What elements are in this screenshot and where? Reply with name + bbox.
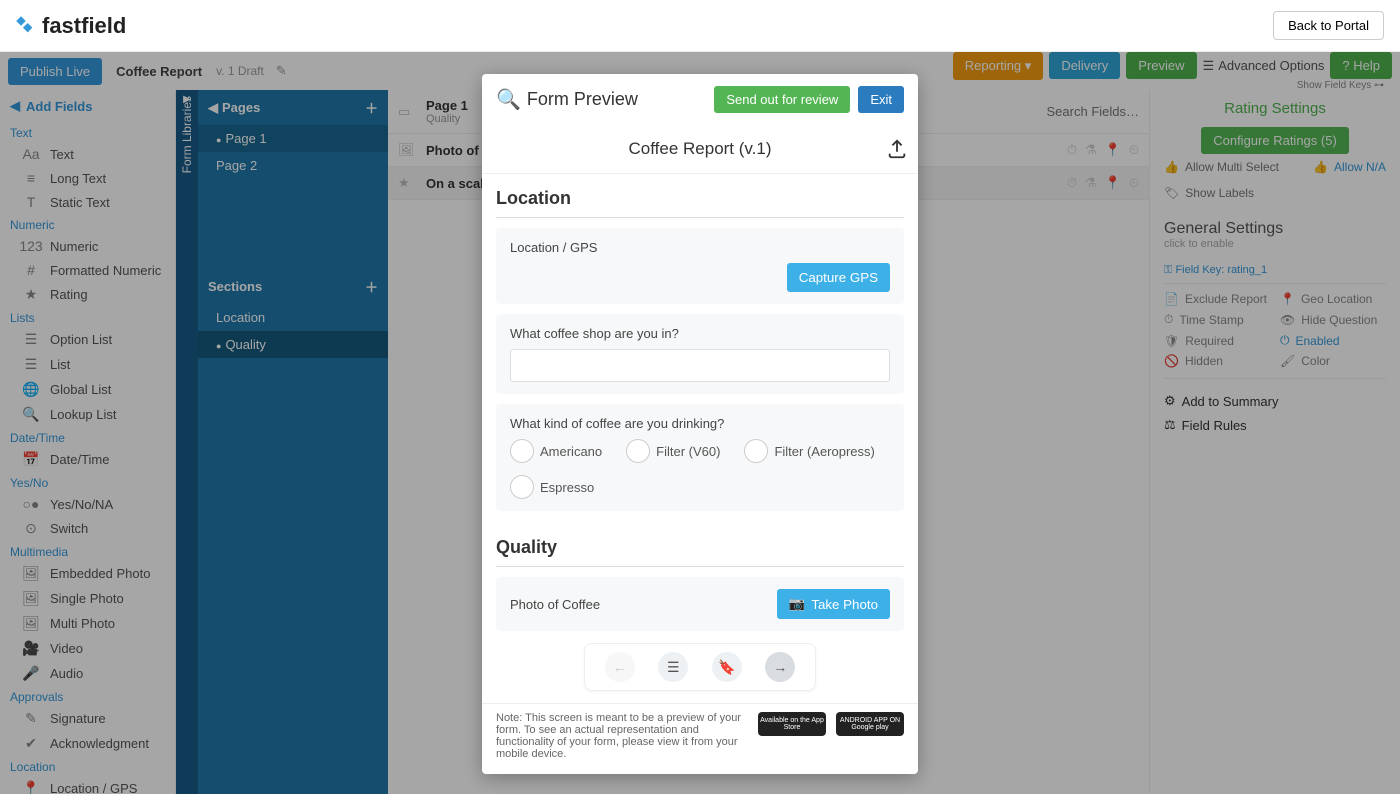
form-preview-modal: 🔍 Form Preview Send out for review Exit … xyxy=(482,74,918,774)
radio-label: Espresso xyxy=(540,480,594,495)
logo-text: fastfield xyxy=(42,13,126,39)
bookmark-icon: 🔖 xyxy=(718,659,735,676)
arrow-right-icon: → xyxy=(773,659,787,675)
section-header-quality: Quality xyxy=(496,529,904,567)
preview-form-title: Coffee Report (v.1) xyxy=(629,139,772,159)
radio-circle-icon xyxy=(510,439,534,463)
q1-card: What coffee shop are you in? xyxy=(496,314,904,394)
modal-overlay: 🔍 Form Preview Send out for review Exit … xyxy=(0,52,1400,794)
search-icon: 🔍 xyxy=(496,87,521,112)
nav-bookmark-button[interactable]: 🔖 xyxy=(712,652,742,682)
back-to-portal-button[interactable]: Back to Portal xyxy=(1273,11,1384,40)
q1-label: What coffee shop are you in? xyxy=(510,326,890,341)
exit-button[interactable]: Exit xyxy=(858,86,904,113)
gps-card: Location / GPS Capture GPS xyxy=(496,228,904,304)
app-store-badge[interactable]: Available on the App Store xyxy=(758,712,826,736)
arrow-left-icon: ← xyxy=(613,659,627,675)
radio-label: Americano xyxy=(540,444,602,459)
send-for-review-button[interactable]: Send out for review xyxy=(714,86,850,113)
coffee-shop-input[interactable] xyxy=(510,349,890,382)
radio-option[interactable]: Americano xyxy=(510,439,602,463)
menu-icon: ☰ xyxy=(667,659,680,676)
nav-prev-button[interactable]: ← xyxy=(605,652,635,682)
app-header: fastfield Back to Portal xyxy=(0,0,1400,52)
google-play-badge[interactable]: ANDROID APP ON Google play xyxy=(836,712,904,736)
radio-option[interactable]: Filter (Aeropress) xyxy=(744,439,874,463)
radio-option[interactable]: Espresso xyxy=(510,475,594,499)
footer-note: Note: This screen is meant to be a previ… xyxy=(496,712,748,760)
radio-circle-icon xyxy=(626,439,650,463)
preview-nav: ← ☰ 🔖 → xyxy=(584,643,816,691)
gps-label: Location / GPS xyxy=(510,240,890,255)
camera-icon: 📷 xyxy=(789,596,806,612)
section-header-location: Location xyxy=(496,180,904,218)
photo-label: Photo of Coffee xyxy=(510,597,600,612)
radio-label: Filter (V60) xyxy=(656,444,720,459)
q2-card: What kind of coffee are you drinking? Am… xyxy=(496,404,904,511)
take-photo-button[interactable]: 📷Take Photo xyxy=(777,589,890,619)
radio-label: Filter (Aeropress) xyxy=(774,444,874,459)
radio-circle-icon xyxy=(510,475,534,499)
logo-icon xyxy=(16,16,36,36)
photo-card: Photo of Coffee 📷Take Photo xyxy=(496,577,904,631)
nav-menu-button[interactable]: ☰ xyxy=(658,652,688,682)
q2-label: What kind of coffee are you drinking? xyxy=(510,416,890,431)
nav-next-button[interactable]: → xyxy=(765,652,795,682)
upload-icon[interactable] xyxy=(886,138,908,160)
capture-gps-button[interactable]: Capture GPS xyxy=(787,263,890,292)
modal-title: Form Preview xyxy=(527,89,638,110)
logo: fastfield xyxy=(16,13,126,39)
radio-circle-icon xyxy=(744,439,768,463)
radio-option[interactable]: Filter (V60) xyxy=(626,439,720,463)
